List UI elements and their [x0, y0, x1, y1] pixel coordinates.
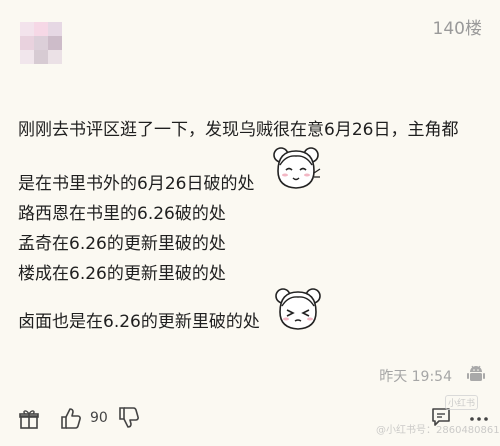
- post-time: 昨天 19:54: [379, 369, 452, 385]
- android-icon: [467, 365, 485, 381]
- post-line-3: 路西恩在书里的6.26破的处: [18, 204, 226, 224]
- user-avatar[interactable]: [20, 22, 62, 64]
- post-line-6: 卤面也是在6.26的更新里破的处: [18, 312, 260, 332]
- thumbs-up-icon[interactable]: [60, 406, 82, 430]
- watermark-logo: 小红书: [445, 395, 479, 410]
- gift-icon[interactable]: [18, 408, 40, 430]
- like-count: 90: [90, 410, 108, 426]
- watermark-text: @小红书号：2860480861: [376, 425, 500, 436]
- post-line-1: 刚刚去书评区逛了一下，发现乌贼很在意6月26日，主角都: [18, 120, 459, 140]
- anime-girl-sticker: [275, 288, 321, 330]
- thumbs-down-icon[interactable]: [118, 406, 140, 430]
- anime-girl-sticker: [273, 147, 321, 189]
- post-line-4: 孟奇在6.26的更新里破的处: [18, 234, 226, 254]
- post-line-5: 楼成在6.26的更新里破的处: [18, 264, 226, 284]
- post-line-2: 是在书里书外的6月26日破的处: [18, 174, 255, 194]
- floor-number: 140楼: [432, 19, 482, 39]
